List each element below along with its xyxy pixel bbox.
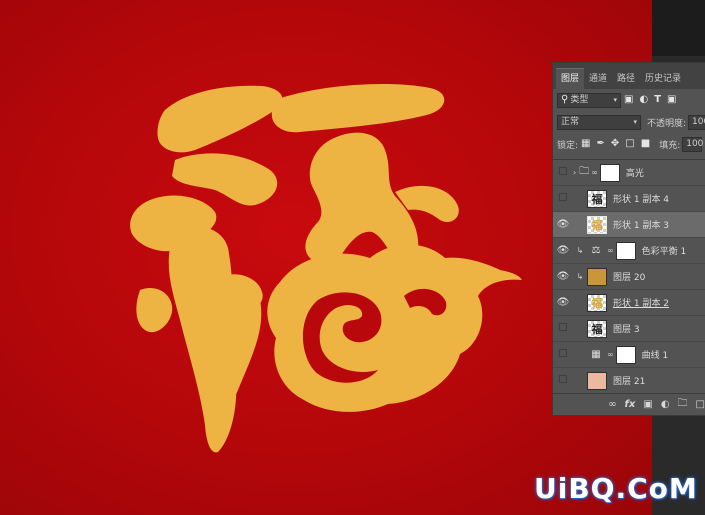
layer-thumbnail[interactable] bbox=[587, 267, 607, 286]
layers-panel[interactable]: 图层 通道 路径 历史记录 ⚲ 类型 ▾ ▣ ◐ T ▣ 正常 ▾ 不透明度: … bbox=[552, 62, 705, 416]
lock-row: 锁定: ▦ ✒ ✥ □ ■ 填充: 100 bbox=[553, 133, 705, 155]
layer-thumbnail[interactable]: 福 bbox=[587, 319, 607, 338]
link-icon: ∞ bbox=[607, 350, 614, 359]
blend-row: 正常 ▾ 不透明度: 100 bbox=[553, 111, 705, 133]
site-watermark: UiBQ.CoM bbox=[534, 472, 698, 505]
color-balance-icon: ⚖ bbox=[591, 245, 601, 256]
chevron-right-icon[interactable]: › bbox=[573, 168, 576, 177]
layer-name: 图层 21 bbox=[613, 377, 646, 387]
lock-position-icon[interactable]: ✥ bbox=[611, 139, 619, 149]
clipping-arrow-icon: ↳ bbox=[576, 272, 584, 281]
layer-thumbnail[interactable]: 福 bbox=[587, 293, 607, 312]
visibility-toggle[interactable] bbox=[553, 349, 573, 360]
layer-name: 形状 1 副本 3 bbox=[613, 221, 670, 231]
pixel-filter-icon[interactable]: ▣ bbox=[624, 95, 633, 105]
eye-icon[interactable]: 👁 bbox=[553, 271, 573, 282]
layer-thumbnail[interactable] bbox=[587, 371, 607, 390]
fill-input[interactable]: 100 bbox=[682, 136, 704, 152]
layer-row-selected[interactable]: 👁 福 形状 1 副本 3 bbox=[553, 212, 705, 238]
fill-label: 填充: bbox=[659, 140, 681, 151]
tab-channels[interactable]: 通道 bbox=[584, 69, 612, 89]
eye-icon[interactable]: 👁 bbox=[553, 219, 573, 230]
layer-row[interactable]: 👁 ↳ 图层 20 bbox=[553, 264, 705, 290]
add-mask-icon[interactable]: ▣ bbox=[643, 399, 652, 410]
layer-row[interactable]: › 🗀 ∞ 高光 bbox=[553, 160, 705, 186]
visibility-toggle[interactable] bbox=[553, 323, 573, 334]
opacity-value: 100 bbox=[692, 116, 705, 127]
new-layer-icon[interactable]: □ bbox=[696, 399, 705, 410]
panel-tabs: 图层 通道 路径 历史记录 bbox=[553, 63, 705, 89]
visibility-toggle[interactable] bbox=[553, 167, 573, 178]
eye-icon[interactable]: 👁 bbox=[553, 297, 573, 308]
tab-layers[interactable]: 图层 bbox=[556, 68, 585, 89]
blend-mode-value: 正常 bbox=[561, 116, 580, 127]
fill-value: 100 bbox=[686, 138, 704, 149]
lock-artboard-icon[interactable]: □ bbox=[625, 139, 634, 149]
layer-row[interactable]: 图层 21 bbox=[553, 368, 705, 394]
visibility-toggle[interactable] bbox=[553, 375, 573, 386]
eye-icon[interactable]: 👁 bbox=[553, 245, 573, 256]
layer-filter-select[interactable]: ⚲ 类型 ▾ bbox=[557, 92, 621, 108]
workspace-top-area bbox=[652, 0, 705, 56]
layer-name: 形状 1 副本 2 bbox=[613, 299, 670, 309]
layer-name: 高光 bbox=[625, 169, 644, 179]
layer-row[interactable]: 👁 ↳ ⚖ ∞ 色彩平衡 1 bbox=[553, 238, 705, 264]
folder-icon: 🗀 bbox=[579, 166, 590, 177]
layer-name: 曲线 1 bbox=[641, 351, 669, 361]
chevron-down-icon: ▾ bbox=[613, 95, 617, 104]
layer-name: 色彩平衡 1 bbox=[641, 247, 687, 257]
tab-history[interactable]: 历史记录 bbox=[640, 69, 686, 89]
lock-all-icon[interactable]: ■ bbox=[641, 139, 650, 149]
link-layers-icon[interactable]: ∞ bbox=[608, 399, 616, 410]
filter-row: ⚲ 类型 ▾ ▣ ◐ T ▣ bbox=[553, 89, 705, 111]
shape-filter-icon[interactable]: ▣ bbox=[667, 95, 676, 105]
link-icon: ∞ bbox=[607, 246, 614, 255]
link-icon: ∞ bbox=[591, 168, 598, 177]
layers-panel-footer: ∞ fx ▣ ◐ 🗀 □ bbox=[553, 393, 705, 415]
search-icon: ⚲ bbox=[561, 94, 569, 105]
fu-glyph bbox=[130, 84, 522, 453]
lock-label: 锁定: bbox=[557, 140, 579, 151]
curves-icon: ▦ bbox=[591, 349, 601, 360]
layer-row[interactable]: 👁 福 形状 1 副本 2 bbox=[553, 290, 705, 316]
fx-icon[interactable]: fx bbox=[625, 399, 636, 410]
layer-row[interactable]: ▦ ∞ 曲线 1 bbox=[553, 342, 705, 368]
layer-name: 图层 20 bbox=[613, 273, 646, 283]
layer-name: 图层 3 bbox=[613, 325, 640, 335]
lock-pixels-icon[interactable]: ✒ bbox=[597, 139, 605, 149]
tab-paths[interactable]: 路径 bbox=[612, 69, 640, 89]
clipping-arrow-icon: ↳ bbox=[576, 246, 584, 255]
layer-row[interactable]: 福 图层 3 bbox=[553, 316, 705, 342]
lock-transparent-icon[interactable]: ▦ bbox=[581, 139, 590, 149]
layer-row[interactable]: 福 形状 1 副本 4 bbox=[553, 186, 705, 212]
layer-mask-thumbnail[interactable] bbox=[615, 241, 636, 260]
opacity-input[interactable]: 100 bbox=[688, 114, 705, 130]
adjustment-filter-icon[interactable]: ◐ bbox=[639, 95, 648, 105]
opacity-label: 不透明度: bbox=[647, 118, 687, 129]
visibility-toggle[interactable] bbox=[553, 193, 573, 204]
layer-filter-label: 类型 bbox=[570, 94, 589, 105]
layer-mask-thumbnail[interactable] bbox=[615, 345, 636, 364]
blend-mode-select[interactable]: 正常 ▾ bbox=[557, 114, 641, 130]
adjustment-layer-icon[interactable]: ◐ bbox=[661, 399, 670, 410]
type-filter-icon[interactable]: T bbox=[654, 95, 661, 105]
chevron-down-icon: ▾ bbox=[633, 117, 637, 126]
layers-list[interactable]: › 🗀 ∞ 高光 福 形状 1 副本 4 👁 福 形状 1 副本 3 👁 ↳ ⚖… bbox=[553, 159, 705, 395]
layer-thumbnail[interactable]: 福 bbox=[587, 215, 607, 234]
layer-name: 形状 1 副本 4 bbox=[613, 195, 670, 205]
layer-mask-thumbnail[interactable] bbox=[599, 163, 620, 182]
layer-thumbnail[interactable]: 福 bbox=[587, 189, 607, 208]
new-group-icon[interactable]: 🗀 bbox=[678, 396, 688, 413]
